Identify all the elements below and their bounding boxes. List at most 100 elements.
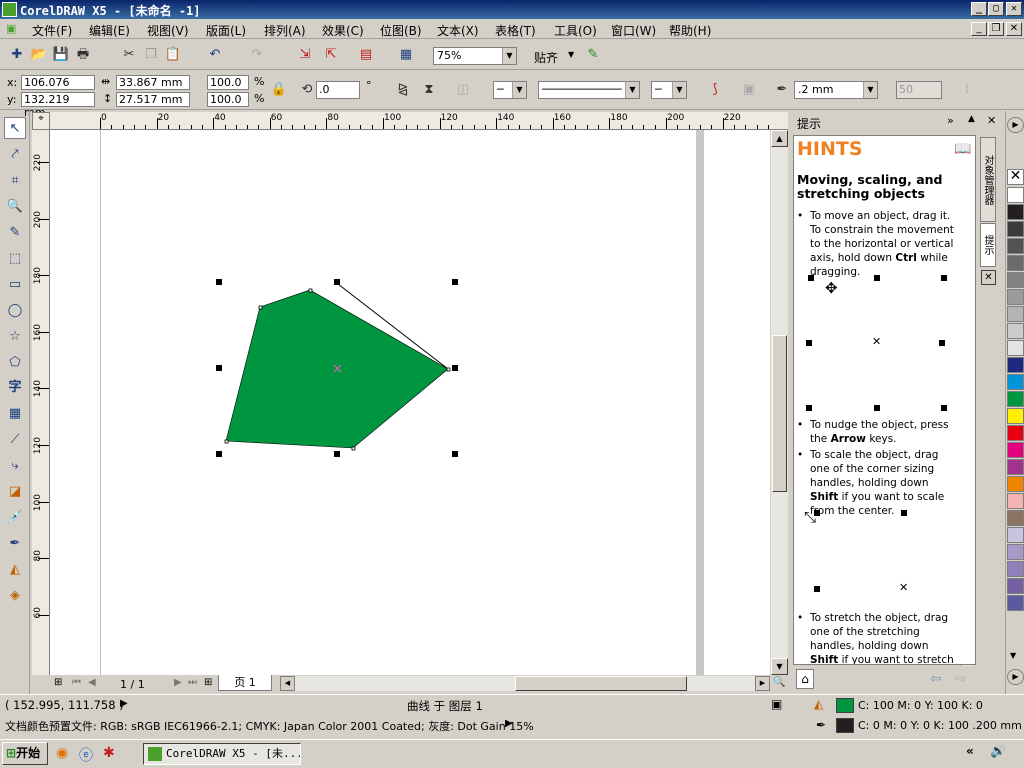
close-button[interactable]: ✕ [1006, 2, 1022, 16]
color-swatch[interactable] [1007, 323, 1024, 339]
grid-icon[interactable]: ⁞ [958, 81, 976, 99]
hints-tab[interactable]: 提示 [980, 223, 996, 267]
docker-collapse-icon[interactable]: ▲ [968, 114, 975, 124]
expand-profile-icon[interactable]: ▶ [505, 718, 513, 729]
next-page-icon[interactable]: ▶ [174, 677, 182, 688]
fill-tool-icon[interactable]: ◭ [4, 559, 26, 581]
selection-handle[interactable] [216, 279, 222, 285]
color-swatch[interactable] [1007, 561, 1024, 577]
navigator-zoom-icon[interactable]: 🔍 [773, 677, 785, 688]
end-arrow-select[interactable]: ─ ▼ [651, 81, 687, 99]
crop-tool-icon[interactable]: ⌗ [4, 170, 26, 192]
scale-y-field[interactable]: 100.0 [207, 92, 249, 107]
app-quicklaunch-icon[interactable]: ✱ [103, 745, 115, 761]
color-swatch[interactable] [1007, 187, 1024, 203]
horizontal-scroll-thumb[interactable] [515, 676, 687, 691]
scroll-left-arrow-icon[interactable]: ◀ [280, 676, 295, 691]
last-page-icon[interactable]: ⏭ [188, 677, 197, 688]
save-icon[interactable]: 💾 [52, 46, 70, 64]
menu-bitmaps[interactable]: 位图(B) [380, 22, 422, 39]
volume-icon[interactable]: 🔊 [990, 744, 1006, 759]
no-color-swatch[interactable]: ✕ [1007, 169, 1024, 185]
horizontal-ruler[interactable]: 0 20 40 60 80 100 120 140 160 180 200 220 [50, 112, 788, 130]
fill-color-swatch[interactable] [836, 698, 854, 713]
dimension-tool-icon[interactable]: ⟋ [4, 429, 26, 451]
menu-file[interactable]: 文件(F) [32, 22, 72, 39]
zoom-level-select[interactable]: 75% ▼ [433, 47, 517, 65]
add-page-after-icon[interactable]: ⊞ [204, 677, 212, 688]
selection-handle[interactable] [216, 365, 222, 371]
combine-icon[interactable]: ◫ [454, 81, 472, 99]
menu-edit[interactable]: 编辑(E) [89, 22, 130, 39]
start-button[interactable]: ⊞开始 [2, 742, 48, 765]
forward-arrow-icon[interactable]: ⇨ [955, 671, 967, 687]
redo-icon[interactable]: ↷ [248, 46, 266, 64]
selection-handle[interactable] [452, 451, 458, 457]
pick-tool-icon[interactable]: ↖ [4, 117, 26, 139]
export-icon[interactable]: ⇱ [322, 46, 340, 64]
docker-expand-icon[interactable]: » [947, 114, 954, 127]
selection-handle[interactable] [216, 451, 222, 457]
menu-help[interactable]: 帮助(H) [669, 22, 711, 39]
add-page-icon[interactable]: ⊞ [54, 677, 62, 688]
prev-page-icon[interactable]: ◀ [88, 677, 96, 688]
height-field[interactable]: 27.517 mm [116, 92, 190, 107]
horizontal-scrollbar[interactable]: ◀ ▶ [280, 676, 770, 691]
color-swatch[interactable] [1007, 493, 1024, 509]
color-swatch[interactable] [1007, 204, 1024, 220]
paste-icon[interactable]: 📋 [164, 46, 182, 64]
color-swatch[interactable] [1007, 255, 1024, 271]
print-icon[interactable]: 🖶 [74, 46, 92, 64]
menu-view[interactable]: 视图(V) [147, 22, 189, 39]
color-swatch[interactable] [1007, 578, 1024, 594]
outline-tool-icon[interactable]: ✒ [4, 533, 26, 555]
vertical-ruler[interactable]: 2202001801601401201008060 [32, 130, 50, 675]
rectangle-tool-icon[interactable]: ▭ [4, 274, 26, 296]
color-swatch[interactable] [1007, 221, 1024, 237]
color-swatch[interactable] [1007, 408, 1024, 424]
doc-minimize-button[interactable]: _ [971, 22, 987, 36]
palette-scroll-up-icon[interactable]: ▶ [1007, 117, 1024, 133]
wrap-text-icon[interactable]: ▣ [740, 81, 758, 99]
freehand-tool-icon[interactable]: ✎ [4, 222, 26, 244]
vertical-scrollbar[interactable]: ▲ ▼ [771, 130, 788, 675]
snap-to-button[interactable]: 贴齐 [534, 49, 558, 66]
close-curve-icon[interactable]: ⟆ [706, 81, 724, 99]
smart-fill-tool-icon[interactable]: ⬚ [4, 248, 26, 270]
browser-icon[interactable]: ◉ [56, 745, 68, 761]
zoom-tool-icon[interactable]: 🔍 [4, 196, 26, 218]
color-swatch[interactable] [1007, 340, 1024, 356]
lock-ratio-icon[interactable]: 🔒 [270, 81, 288, 99]
palette-expand-icon[interactable]: ▶ [1007, 669, 1024, 685]
object-manager-tab[interactable]: 对象管理器 [980, 137, 996, 222]
open-icon[interactable]: 📂 [30, 46, 48, 64]
color-swatch[interactable] [1007, 289, 1024, 305]
menu-layout[interactable]: 版面(L) [206, 22, 246, 39]
page-tab[interactable]: 页 1 [218, 675, 272, 691]
ellipse-tool-icon[interactable]: ◯ [4, 300, 26, 322]
menu-effects[interactable]: 效果(C) [322, 22, 364, 39]
curve-smoothing-field[interactable]: 50 [896, 81, 942, 99]
taskbar-coreldraw-button[interactable]: CorelDRAW X5 - [未... [143, 743, 301, 765]
menu-tools[interactable]: 工具(O) [554, 22, 597, 39]
cut-icon[interactable]: ✂ [120, 46, 138, 64]
scroll-down-arrow-icon[interactable]: ▼ [771, 658, 788, 675]
basic-shapes-tool-icon[interactable]: ⬠ [4, 352, 26, 374]
rotate-icon[interactable]: ⟲ [298, 81, 316, 99]
ruler-origin[interactable]: ⌖ [32, 112, 50, 130]
import-icon[interactable]: ⇲ [296, 46, 314, 64]
color-swatch[interactable] [1007, 391, 1024, 407]
palette-scroll-down-icon[interactable]: ▼ [1010, 651, 1016, 660]
vertical-scroll-thumb[interactable] [772, 335, 787, 492]
shape-tool-icon[interactable]: ⤤ [4, 144, 26, 166]
connector-tool-icon[interactable]: ⤷ [4, 455, 26, 477]
text-tool-icon[interactable]: 字 [4, 377, 26, 399]
table-tool-icon[interactable]: ▦ [4, 403, 26, 425]
doc-close-button[interactable]: ✕ [1006, 22, 1022, 36]
menu-arrange[interactable]: 排列(A) [264, 22, 306, 39]
maximize-button[interactable]: ▢ [988, 2, 1004, 16]
y-position-field[interactable]: 132.219 mm [21, 92, 95, 119]
first-page-icon[interactable]: ⏮ [72, 677, 81, 688]
width-field[interactable]: 33.867 mm [116, 75, 190, 90]
selection-handle[interactable] [334, 279, 340, 285]
